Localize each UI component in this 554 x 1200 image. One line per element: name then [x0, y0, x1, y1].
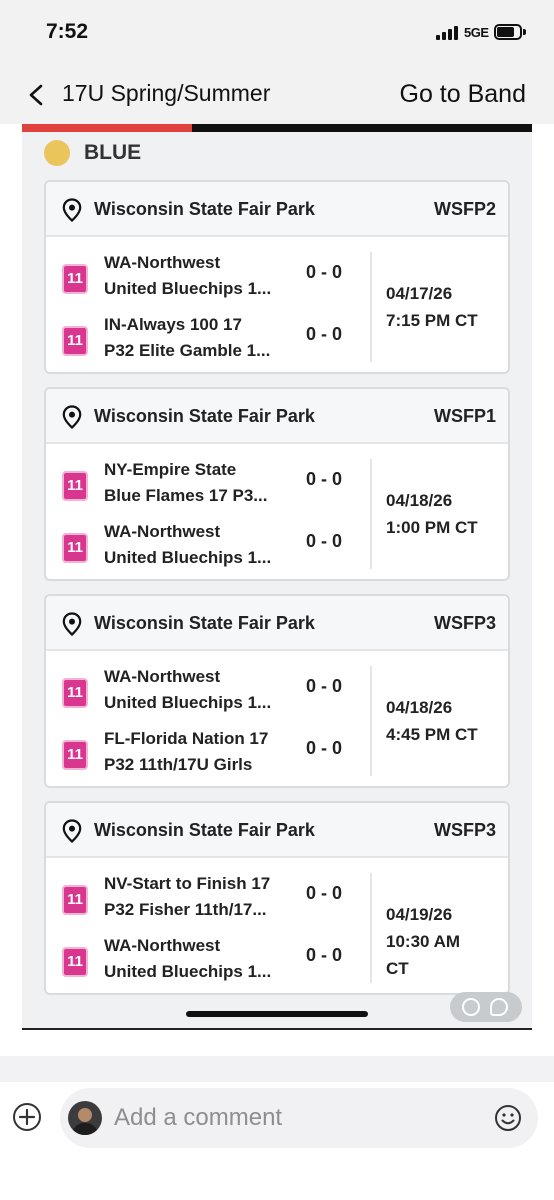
schedule-embed[interactable]: BLUE Wisconsin State Fair Park WSFP2 11 …	[22, 124, 532, 1030]
battery-icon	[494, 24, 522, 40]
location-pin-icon	[62, 198, 82, 222]
status-time: 7:52	[46, 20, 89, 43]
nav-bar: 17U Spring/Summer Go to Band	[0, 66, 554, 124]
team-score: 0 - 0	[306, 945, 343, 965]
game-date: 04/18/26	[386, 698, 453, 717]
scroll-indicator	[186, 1011, 368, 1017]
separator-band	[0, 1056, 554, 1082]
card-divider	[370, 459, 372, 569]
status-bar: 7:52 5GE	[0, 0, 554, 66]
venue-name: Wisconsin State Fair Park	[94, 820, 315, 840]
team-score: 0 - 0	[306, 262, 343, 282]
seed-badge: 11	[62, 326, 88, 356]
location-pin-icon	[62, 612, 82, 636]
team-row: 11 IN-Always 100 17 P32 Elite Gamble 1...…	[46, 312, 366, 368]
team-row: 11 WA-Northwest United Bluechips 1... 0 -…	[46, 250, 366, 306]
card-divider	[370, 666, 372, 776]
comment-input[interactable]: Add a comment	[60, 1088, 538, 1148]
group-color-dot	[44, 140, 70, 166]
team-score: 0 - 0	[306, 676, 343, 696]
game-time-zone: CT	[386, 959, 409, 978]
field-code: WSFP3	[433, 820, 496, 840]
location-pin-icon	[62, 405, 82, 429]
network-label: 5GE	[464, 25, 489, 40]
reactions-button[interactable]	[450, 992, 522, 1022]
field-code: WSFP3	[433, 613, 496, 633]
seed-badge: 11	[62, 740, 88, 770]
team-score: 0 - 0	[306, 469, 343, 489]
game-card-header: Wisconsin State Fair Park WSFP3	[46, 803, 508, 858]
group-name: BLUE	[84, 141, 142, 164]
game-card-header: Wisconsin State Fair Park WSFP3	[46, 596, 508, 651]
back-chevron-icon[interactable]	[26, 84, 48, 106]
team-row: 11 WA-Northwest United Bluechips 1... 0 -…	[46, 933, 366, 989]
seed-badge: 11	[62, 471, 88, 501]
add-attachment-icon[interactable]	[12, 1102, 42, 1132]
team-name: WA-Northwest United Bluechips 1...	[104, 667, 272, 712]
field-code: WSFP2	[433, 199, 496, 219]
team-name: WA-Northwest United Bluechips 1...	[104, 522, 272, 567]
team-score: 0 - 0	[306, 738, 343, 758]
smiley-icon	[462, 998, 480, 1016]
comment-bar: Add a comment	[0, 1082, 554, 1200]
location-pin-icon	[62, 819, 82, 843]
game-datetime: 04/18/26 4:45 PM CT	[386, 694, 506, 748]
team-score: 0 - 0	[306, 324, 343, 344]
team-score: 0 - 0	[306, 883, 343, 903]
venue-name: Wisconsin State Fair Park	[94, 199, 315, 219]
field-code: WSFP1	[433, 406, 496, 426]
emoji-icon[interactable]	[494, 1104, 522, 1132]
signal-icon	[436, 26, 462, 40]
game-datetime: 04/17/26 7:15 PM CT	[386, 280, 506, 334]
team-row: 11 NV-Start to Finish 17 P32 Fisher 11th/…	[46, 871, 366, 927]
seed-badge: 11	[62, 678, 88, 708]
team-row: 11 FL-Florida Nation 17 P32 11th/17U Girl…	[46, 726, 366, 782]
battery-cap	[523, 29, 526, 35]
venue-name: Wisconsin State Fair Park	[94, 406, 315, 426]
seed-badge: 11	[62, 947, 88, 977]
game-card-header: Wisconsin State Fair Park WSFP2	[46, 182, 508, 237]
team-name: NY-Empire State Blue Flames 17 P3...	[104, 460, 268, 505]
game-card[interactable]: Wisconsin State Fair Park WSFP3 11 NV-St…	[44, 801, 510, 995]
team-row: 11 WA-Northwest United Bluechips 1... 0 -…	[46, 664, 366, 720]
avatar	[68, 1101, 102, 1135]
go-to-band-button[interactable]: Go to Band	[400, 80, 526, 109]
seed-badge: 11	[62, 533, 88, 563]
page-title: 17U Spring/Summer	[62, 80, 271, 106]
team-name: WA-Northwest United Bluechips 1...	[104, 936, 272, 981]
comment-placeholder: Add a comment	[114, 1104, 283, 1131]
game-card[interactable]: Wisconsin State Fair Park WSFP2 11 WA-No…	[44, 180, 510, 374]
venue-name: Wisconsin State Fair Park	[94, 613, 315, 633]
game-time: 1:00 PM CT	[386, 518, 478, 537]
game-time: 10:30 AM	[386, 932, 461, 951]
team-name: IN-Always 100 17 P32 Elite Gamble 1...	[104, 315, 271, 360]
team-row: 11 NY-Empire State Blue Flames 17 P3... 0…	[46, 457, 366, 513]
team-name: FL-Florida Nation 17 P32 11th/17U Girls	[104, 729, 269, 774]
game-card[interactable]: Wisconsin State Fair Park WSFP1 11 NY-Em…	[44, 387, 510, 581]
game-datetime: 04/19/26 10:30 AM CT	[386, 901, 506, 982]
team-name: WA-Northwest United Bluechips 1...	[104, 253, 272, 298]
game-date: 04/19/26	[386, 905, 453, 924]
card-divider	[370, 873, 372, 983]
team-score: 0 - 0	[306, 531, 343, 551]
card-divider	[370, 252, 372, 362]
team-row: 11 WA-Northwest United Bluechips 1... 0 -…	[46, 519, 366, 575]
game-date: 04/17/26	[386, 284, 453, 303]
game-datetime: 04/18/26 1:00 PM CT	[386, 487, 506, 541]
game-time: 7:15 PM CT	[386, 311, 478, 330]
game-card-header: Wisconsin State Fair Park WSFP1	[46, 389, 508, 444]
game-time: 4:45 PM CT	[386, 725, 478, 744]
progress-strip	[22, 124, 532, 132]
game-card[interactable]: Wisconsin State Fair Park WSFP3 11 WA-No…	[44, 594, 510, 788]
chat-bubble-icon	[490, 998, 508, 1016]
game-date: 04/18/26	[386, 491, 453, 510]
seed-badge: 11	[62, 264, 88, 294]
seed-badge: 11	[62, 885, 88, 915]
team-name: NV-Start to Finish 17 P32 Fisher 11th/17.…	[104, 874, 271, 919]
